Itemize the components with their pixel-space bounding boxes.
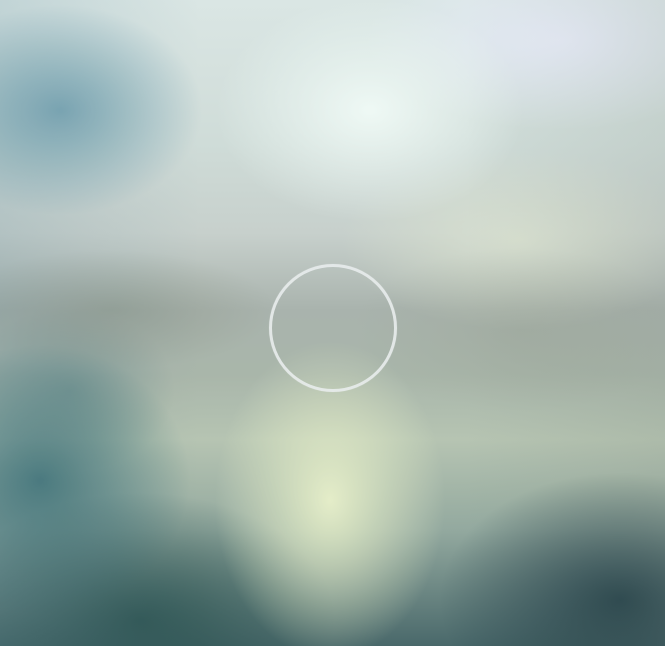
blurred-background-screen: [0, 0, 665, 646]
loading-ring-icon: [269, 264, 397, 392]
